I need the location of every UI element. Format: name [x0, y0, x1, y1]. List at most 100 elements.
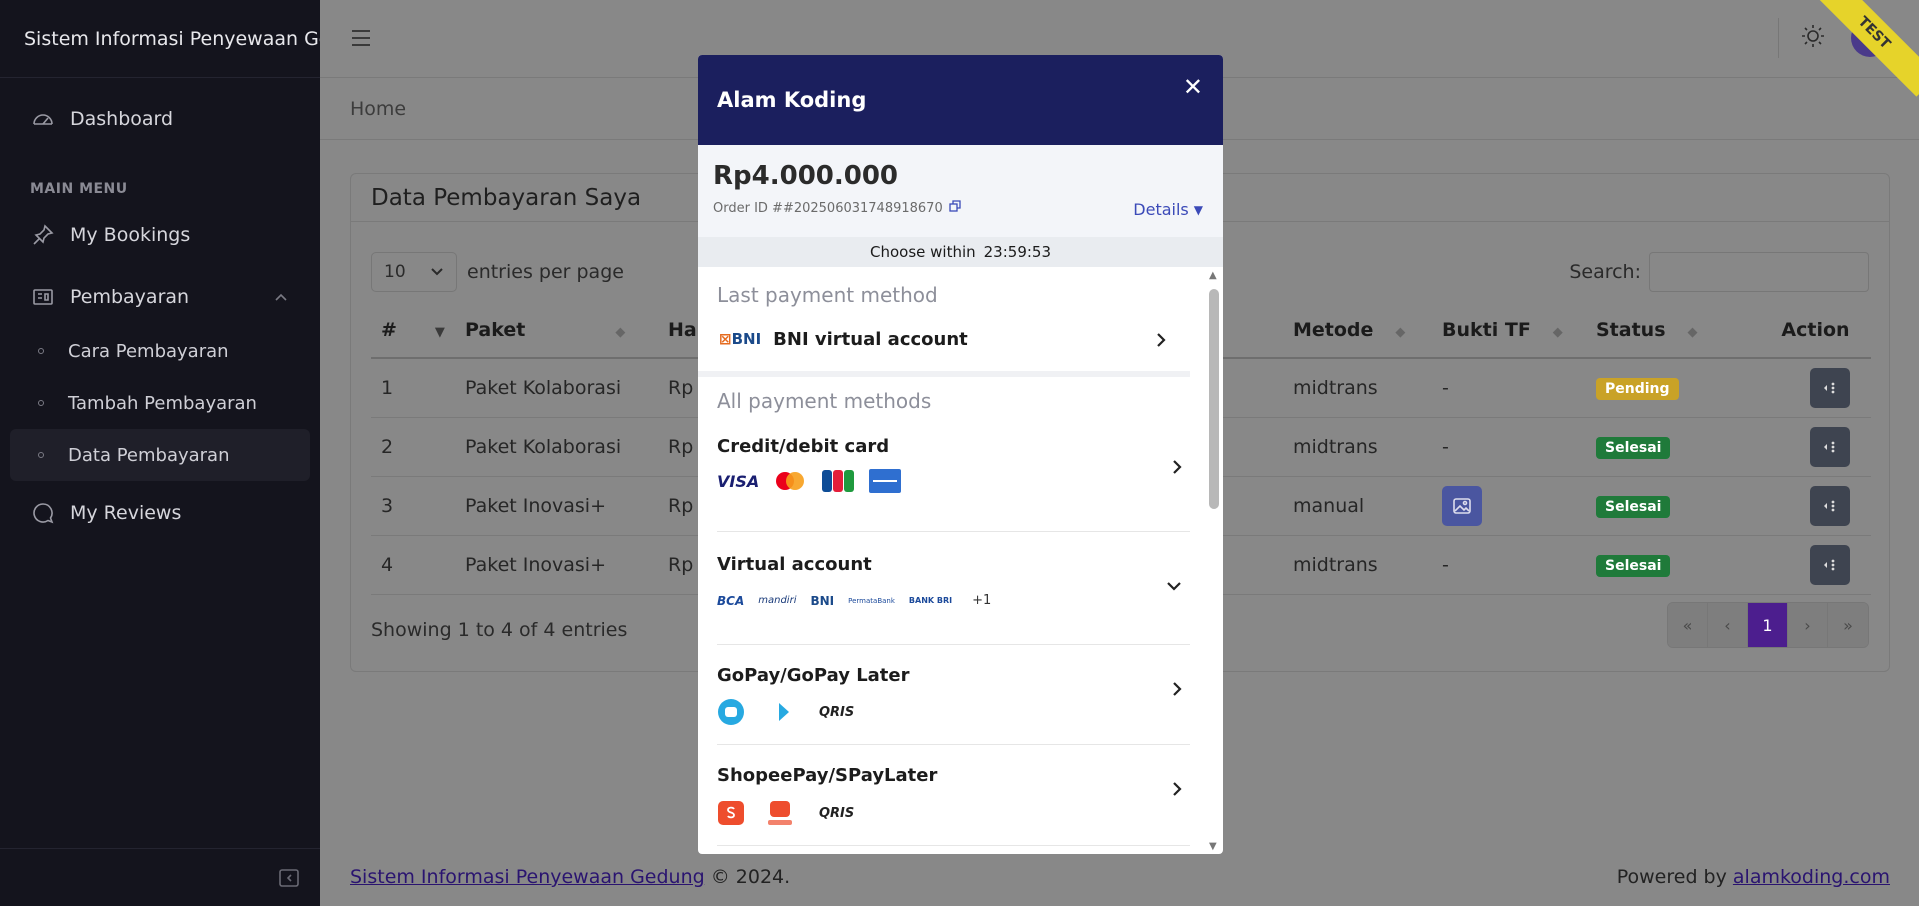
chevron-right-icon — [1172, 681, 1182, 701]
modal-scrollbar[interactable]: ▲ ▼ — [1209, 270, 1219, 852]
page-1[interactable]: 1 — [1748, 603, 1788, 647]
status-badge: Pending — [1596, 377, 1679, 400]
action-menu-button[interactable] — [1810, 426, 1850, 467]
cell-metode: manual — [1283, 476, 1432, 536]
method-logos: VISA — [717, 469, 1190, 493]
sidebar-item-label: Pembayaran — [70, 286, 190, 308]
sidebar-subitem-cara[interactable]: Cara Pembayaran — [0, 325, 320, 377]
col-header-bukti[interactable]: Bukti TF ◆ — [1432, 302, 1586, 359]
cell-status: Selesai — [1586, 535, 1750, 595]
cell-status: Selesai — [1586, 417, 1750, 477]
sidebar-item-pembayaran[interactable]: Pembayaran — [0, 273, 320, 321]
cell-paket: Paket Inovasi+ — [455, 476, 658, 536]
page-first[interactable]: « — [1668, 603, 1708, 647]
collapse-sidebar-icon[interactable] — [278, 867, 300, 893]
close-icon[interactable]: ✕ — [1183, 73, 1203, 101]
sidebar-item-dashboard[interactable]: Dashboard — [0, 95, 320, 143]
chevron-right-icon — [1156, 332, 1166, 352]
bni-logo-icon: ⊠BNI — [719, 330, 762, 348]
method-card[interactable]: Credit/debit card VISA — [717, 413, 1190, 532]
test-ribbon-label: TEST — [1810, 0, 1919, 97]
footer-copy: © 2024. — [710, 866, 791, 888]
chevron-right-icon — [1172, 459, 1182, 479]
page-next[interactable]: › — [1788, 603, 1828, 647]
entries-select[interactable]: 10 — [371, 252, 457, 292]
chat-icon — [30, 500, 56, 526]
sidebar-subitem-label: Data Pembayaran — [68, 444, 230, 466]
order-amount: Rp4.000.000 — [713, 161, 899, 191]
last-method-name: BNI virtual account — [773, 328, 968, 350]
section-label: MAIN MENU — [30, 181, 128, 197]
spaylater-logo-icon — [765, 798, 795, 828]
method-logos: QRIS — [717, 798, 1190, 828]
page-prev[interactable]: ‹ — [1708, 603, 1748, 647]
method-card[interactable]: ShopeePay/SPayLater QRIS — [717, 745, 1190, 846]
method-card[interactable]: Virtual account BCA mandiri BNI PermataB… — [717, 532, 1190, 645]
action-menu-button[interactable] — [1810, 485, 1850, 526]
payment-methods-list: Last payment method ⊠BNI BNI virtual acc… — [698, 267, 1209, 854]
scroll-down-icon[interactable]: ▼ — [1209, 841, 1217, 852]
footer-powered: Powered by — [1616, 866, 1727, 888]
cell-paket: Paket Inovasi+ — [455, 535, 658, 595]
visa-logo-icon: VISA — [717, 471, 760, 491]
cell-no: 4 — [371, 535, 455, 595]
col-header-status[interactable]: Status ◆ — [1586, 302, 1750, 359]
cell-no: 1 — [371, 358, 455, 418]
scrollbar-thumb[interactable] — [1209, 289, 1219, 509]
search-label: Search: — [1569, 261, 1641, 283]
action-menu-button[interactable] — [1810, 367, 1850, 408]
entries-label: entries per page — [467, 261, 624, 283]
action-menu-button[interactable] — [1810, 544, 1850, 585]
test-ribbon: TEST — [1769, 0, 1919, 150]
cell-bukti: - — [1432, 417, 1586, 477]
footer-brand-link[interactable]: Sistem Informasi Penyewaan Gedung — [350, 866, 705, 888]
scroll-up-icon[interactable]: ▲ — [1209, 270, 1217, 281]
col-header-metode[interactable]: Metode ◆ — [1283, 302, 1432, 359]
method-card[interactable]: GoPay/GoPay Later QRIS — [717, 645, 1190, 745]
mastercard-logo-icon — [773, 470, 807, 492]
hamburger-icon[interactable] — [350, 28, 372, 52]
bullet-icon — [38, 348, 44, 354]
cell-bukti — [1432, 476, 1586, 536]
copy-icon[interactable] — [949, 200, 961, 216]
sidebar-item-label: My Bookings — [70, 224, 191, 246]
speedometer-icon — [30, 106, 56, 132]
sort-icon: ◆ — [1395, 324, 1406, 340]
status-badge: Selesai — [1596, 436, 1671, 459]
image-proof-button[interactable] — [1442, 485, 1482, 526]
entries-value: 10 — [384, 262, 406, 282]
cell-metode: midtrans — [1283, 358, 1432, 418]
sidebar-item-label: Dashboard — [70, 108, 174, 130]
cell-metode: midtrans — [1283, 535, 1432, 595]
sidebar-subitem-tambah[interactable]: Tambah Pembayaran — [0, 377, 320, 429]
bri-logo-icon: BANK BRI — [908, 596, 953, 605]
app-brand[interactable]: Sistem Informasi Penyewaan Gedung — [0, 0, 320, 78]
sidebar-item-bookings[interactable]: My Bookings — [0, 211, 320, 259]
method-name: ShopeePay/SPayLater — [717, 765, 938, 786]
sidebar-item-reviews[interactable]: My Reviews — [0, 489, 320, 537]
chevron-up-icon — [274, 288, 288, 310]
payment-timer: Choose within 23:59:53 — [698, 237, 1223, 267]
page-last[interactable]: » — [1828, 603, 1868, 647]
mandiri-logo-icon: mandiri — [758, 595, 797, 606]
cell-no: 3 — [371, 476, 455, 536]
order-summary: Rp4.000.000 Order ID ##20250603174891867… — [698, 145, 1223, 237]
modal-title: Alam Koding — [717, 88, 867, 112]
sort-icon: ◆ — [1552, 324, 1563, 340]
sidebar-subitem-data[interactable]: Data Pembayaran — [10, 429, 310, 481]
timer-value: 23:59:53 — [983, 243, 1052, 261]
cell-paket: Paket Kolaborasi — [455, 358, 658, 418]
method-logos: QRIS — [717, 698, 1190, 726]
col-header-no[interactable]: # ▼ — [371, 302, 455, 359]
sidebar-subitem-label: Tambah Pembayaran — [68, 392, 257, 414]
col-header-paket[interactable]: Paket ◆ — [455, 302, 658, 359]
search-input[interactable] — [1649, 252, 1869, 292]
method-name: Virtual account — [717, 554, 872, 575]
shopeepay-logo-icon — [717, 799, 745, 827]
last-method-row[interactable]: ⊠BNI BNI virtual account — [698, 307, 1190, 377]
chevron-down-icon — [430, 262, 444, 282]
bca-logo-icon: BCA — [717, 593, 745, 608]
footer-powered-link[interactable]: alamkoding.com — [1733, 866, 1890, 888]
more-banks-count: +1 — [972, 593, 992, 608]
details-toggle[interactable]: Details ▼ — [1133, 200, 1203, 219]
